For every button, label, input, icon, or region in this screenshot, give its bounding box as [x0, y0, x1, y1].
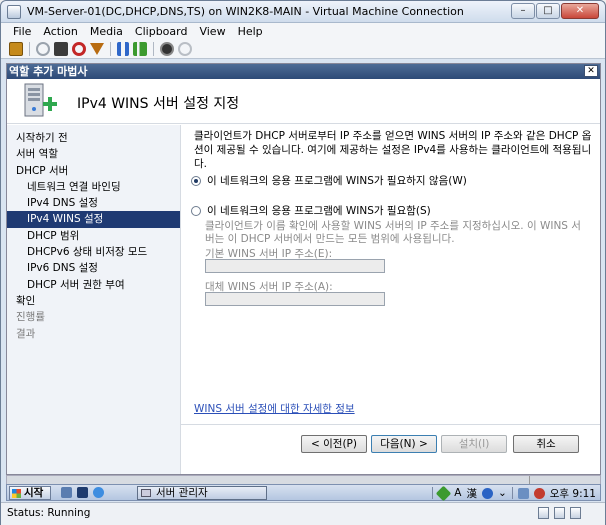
start-icon[interactable] [36, 41, 50, 56]
window-title: VM-Server-01(DC,DHCP,DNS,TS) on WIN2K8-M… [27, 5, 464, 18]
nav-step-server-roles[interactable]: 서버 역할 [7, 146, 180, 162]
wizard-title-bar: 역할 추가 마법사 ✕ [7, 64, 600, 79]
system-tray: A 漢 ⌄ 오후 9:11 [432, 485, 596, 501]
window-controls: – □ ✕ [511, 3, 599, 19]
nav-step-dhcp-server[interactable]: DHCP 서버 [7, 163, 180, 179]
wins-required-hint: 클라이언트가 이름 확인에 사용할 WINS 서버의 IP 주소를 지정하십시오… [205, 220, 581, 245]
nav-step-dhcpv6-stateless[interactable]: DHCPv6 상태 비저장 모드 [7, 244, 180, 260]
maximize-button[interactable]: □ [536, 3, 560, 19]
cancel-button[interactable]: 취소 [513, 435, 579, 453]
powershell-quicklaunch-icon[interactable] [77, 487, 88, 498]
internet-explorer-icon[interactable] [93, 487, 104, 498]
turn-off-icon[interactable] [54, 41, 68, 56]
wins-not-required-option[interactable]: 이 네트워크의 응용 프로그램에 WINS가 필요하지 않음(W) [191, 173, 467, 188]
menu-media[interactable]: Media [90, 25, 123, 38]
lock-icon [554, 507, 565, 519]
server-role-icon [24, 83, 57, 117]
action-center-icon[interactable] [533, 487, 545, 499]
reset-icon[interactable] [133, 41, 147, 56]
nav-step-before-you-begin[interactable]: 시작하기 전 [7, 130, 180, 146]
nav-step-progress: 진행률 [16, 311, 45, 324]
nav-step-confirmation[interactable]: 확인 [7, 293, 180, 309]
help-icon[interactable] [481, 487, 493, 499]
nav-step-ipv6-dns[interactable]: IPv6 DNS 설정 [7, 260, 180, 276]
wins-help-link[interactable]: WINS 서버 설정에 대한 자세한 정보 [194, 401, 355, 416]
ctrl-alt-del-icon[interactable] [9, 41, 23, 56]
nav-step-results: 결과 [16, 327, 36, 340]
clock[interactable]: 오후 9:11 [550, 486, 596, 501]
nav-step-dhcp-scopes[interactable]: DHCP 범위 [7, 228, 180, 244]
revert-icon[interactable] [178, 41, 192, 56]
server-manager-quicklaunch-icon[interactable] [61, 487, 72, 498]
wins-not-required-radio[interactable] [191, 175, 201, 186]
toolbar-separator [29, 41, 30, 56]
wizard-content: 클라이언트가 DHCP 서버로부터 IP 주소를 얻으면 WINS 서버의 IP… [181, 125, 600, 425]
menu-bar: File Action Media Clipboard View Help [1, 23, 605, 39]
vm-status-text: Status: Running [7, 507, 91, 519]
save-icon[interactable] [90, 42, 104, 55]
vm-toolbar [1, 39, 605, 59]
menu-file[interactable]: File [13, 25, 31, 38]
ime-icon[interactable]: A [454, 487, 461, 499]
tray-separator [511, 487, 513, 499]
vm-app-icon [7, 5, 21, 19]
wizard-steps-nav: 시작하기 전 서버 역할 DHCP 서버 네트워크 연결 바인딩 IPv4 DN… [7, 125, 181, 474]
taskbar-server-manager[interactable]: 서버 관리자 [137, 486, 267, 500]
wins-not-required-label: 이 네트워크의 응용 프로그램에 WINS가 필요하지 않음(W) [207, 175, 467, 187]
alternate-wins-field [205, 292, 385, 306]
wizard-window-title: 역할 추가 마법사 [9, 65, 88, 78]
tray-separator [432, 487, 434, 499]
menu-clipboard[interactable]: Clipboard [135, 25, 188, 38]
nav-step-network-binding[interactable]: 네트워크 연결 바인딩 [7, 179, 180, 195]
vm-status-bar: Status: Running [1, 502, 605, 525]
wins-required-radio[interactable] [191, 205, 201, 216]
minimize-button[interactable]: – [511, 3, 535, 19]
guest-taskbar: 시작 서버 관리자 A 漢 ⌄ 오후 9:11 [6, 484, 601, 501]
pause-icon[interactable] [117, 41, 129, 56]
guest-screen[interactable]: 역할 추가 마법사 ✕ IPv4 WINS 서버 설정 지정 시작하기 전 서버… [6, 63, 601, 475]
previous-button[interactable]: < 이전(P) [301, 435, 367, 453]
wizard-footer: < 이전(P) 다음(N) > 설치(I) 취소 [181, 424, 600, 474]
language-bar-icon[interactable] [435, 485, 452, 501]
menu-view[interactable]: View [199, 25, 225, 38]
install-button: 설치(I) [441, 435, 507, 453]
network-icon[interactable] [517, 487, 529, 499]
keyboard-icon [538, 507, 549, 519]
next-button[interactable]: 다음(N) > [371, 435, 437, 453]
nav-step-ipv4-wins[interactable]: IPv4 WINS 설정 [7, 211, 180, 228]
primary-wins-field [205, 259, 385, 273]
close-button[interactable]: ✕ [561, 3, 599, 19]
chevron-down-icon[interactable]: ⌄ [498, 487, 507, 499]
wins-required-option[interactable]: 이 네트워크의 응용 프로그램에 WINS가 필요함(S) [191, 203, 431, 218]
menu-action[interactable]: Action [43, 25, 77, 38]
title-bar[interactable]: VM-Server-01(DC,DHCP,DNS,TS) on WIN2K8-M… [1, 1, 605, 23]
windows-logo-icon [12, 489, 21, 498]
nav-step-ipv4-dns[interactable]: IPv4 DNS 설정 [7, 195, 180, 211]
start-button[interactable]: 시작 [9, 486, 51, 500]
snapshot-icon[interactable] [160, 41, 174, 56]
enhanced-session-icon [570, 507, 581, 519]
shutdown-icon[interactable] [72, 41, 86, 56]
taskbar-task-label: 서버 관리자 [156, 487, 208, 499]
wins-required-label: 이 네트워크의 응용 프로그램에 WINS가 필요함(S) [207, 205, 431, 217]
start-label: 시작 [24, 487, 44, 499]
toolbar-separator [153, 41, 154, 56]
wizard-close-button[interactable]: ✕ [584, 65, 598, 77]
status-icons [538, 507, 581, 519]
toolbar-separator [110, 41, 111, 56]
wizard-heading: IPv4 WINS 서버 설정 지정 [77, 96, 240, 112]
wizard-header: IPv4 WINS 서버 설정 지정 [7, 79, 600, 124]
ime-mode-icon[interactable]: 漢 [466, 486, 477, 501]
vm-connection-window: VM-Server-01(DC,DHCP,DNS,TS) on WIN2K8-M… [0, 0, 606, 525]
server-manager-icon [141, 489, 151, 497]
page-description: 클라이언트가 DHCP 서버로부터 IP 주소를 얻으면 WINS 서버의 IP… [194, 130, 592, 170]
menu-help[interactable]: Help [238, 25, 263, 38]
nav-step-dhcp-authorization[interactable]: DHCP 서버 권한 부여 [7, 277, 180, 293]
